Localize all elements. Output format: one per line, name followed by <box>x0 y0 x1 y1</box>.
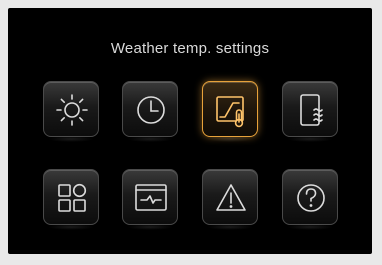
tile-warnings[interactable] <box>202 169 258 230</box>
heating-curve-thermometer-icon <box>216 96 244 128</box>
tile-water-heater[interactable] <box>282 81 338 142</box>
apps-grid-icon <box>58 183 87 212</box>
clock-icon <box>137 96 165 124</box>
tile-help[interactable] <box>282 169 338 230</box>
tile-sun[interactable] <box>43 81 99 142</box>
system-monitor-window-icon <box>135 184 167 211</box>
tile-apps[interactable] <box>43 169 99 230</box>
sun-icon <box>56 94 88 126</box>
tile-clock[interactable] <box>122 81 178 142</box>
page-title: Weather temp. settings <box>110 40 270 57</box>
warning-icon <box>216 184 246 211</box>
water-heater-icon <box>300 94 323 126</box>
tile-system-monitor[interactable] <box>122 169 178 230</box>
help-icon <box>297 184 325 212</box>
device-screen: Weather temp. settings <box>8 8 372 254</box>
tile-weather-temp-settings[interactable] <box>202 81 258 142</box>
